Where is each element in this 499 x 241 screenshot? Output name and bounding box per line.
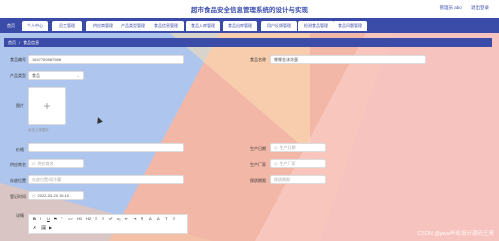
calendar-icon: ◷ <box>32 193 36 198</box>
main-nav: 首页 个人中心 员工管理 供应商管理 产品类型管理 食品信息管理 食品入库管理 … <box>0 18 499 33</box>
production-date-field[interactable]: ◷ 生产日期 <box>270 143 326 152</box>
entry-time-label: 登记时间 <box>10 194 26 199</box>
name-field[interactable]: 哪哪金沫冻蛋 <box>270 55 426 64</box>
subscript-button[interactable]: x₂ <box>117 216 121 221</box>
font-color-button[interactable]: A <box>149 216 152 221</box>
nav-item-product-type[interactable]: 产品类型管理 <box>115 21 151 31</box>
font-button[interactable]: T <box>165 216 167 221</box>
entry-time-value: 2022-03-20 15:10 <box>37 193 70 198</box>
supplier-label: 供应商名 <box>10 162 26 167</box>
search-icon: ◷ <box>32 161 36 166</box>
image-icon[interactable]: 🖼 <box>41 225 46 230</box>
entry-time-field[interactable]: ◷ 2022-03-20 15:10 <box>28 191 84 200</box>
user-area: 管理员 abo 退出登录 <box>431 5 489 11</box>
barcode-field[interactable]: 1647769987988 <box>28 55 184 64</box>
detail-label: 详情 <box>16 213 24 218</box>
barcode-label: 食品编号 <box>10 57 26 62</box>
underline-button[interactable]: U <box>47 216 50 221</box>
h2-button[interactable]: H2 <box>86 216 91 221</box>
nav-item-food-out[interactable]: 食品出库管理 <box>223 21 257 31</box>
superscript-button[interactable]: x² <box>109 216 112 221</box>
strike-button[interactable]: S <box>54 216 57 221</box>
mouse-cursor-icon <box>95 116 103 124</box>
italic-button[interactable]: I <box>40 216 41 221</box>
breadcrumb-current: 食品信息 <box>23 40 40 45</box>
code-button[interactable]: <> <box>68 216 73 221</box>
logout-link[interactable]: 退出登录 <box>471 5 489 10</box>
watermark: CSDN @java毕业设计源码王哥 <box>417 231 494 237</box>
main-content: 首页 / 食品信息 食品编号 1647769987988 食品名称 哪哪金沫冻蛋 产… <box>0 33 499 241</box>
quote-button[interactable]: " <box>61 216 62 221</box>
video-icon[interactable]: ▶ <box>49 225 52 230</box>
background-shape <box>320 33 499 241</box>
manufacturer-field[interactable]: ◷ 生产厂家 <box>270 159 326 168</box>
nav-item-food-in[interactable]: 食品入库管理 <box>186 21 220 31</box>
edit-icon: ◷ <box>274 161 278 166</box>
ordered-list-button[interactable]: ≡ <box>95 216 97 221</box>
calendar-icon: ◷ <box>274 145 278 150</box>
nav-item-personal[interactable]: 个人中心 <box>22 21 48 31</box>
nav-item-problem[interactable]: 食品问题管理 <box>333 21 367 31</box>
bold-button[interactable]: B <box>33 216 36 221</box>
production-date-label: 生产日期 <box>250 146 266 151</box>
user-label: 管理员 abo <box>439 5 462 10</box>
rich-text-toolbar: B I U S " <> H1 H2 ≡ ≡ x² x₂ ⇤ ⇥ ¶ A A T… <box>28 214 188 234</box>
bullet-list-button[interactable]: ≡ <box>102 216 104 221</box>
supplier-field[interactable]: ◷ 供应商名 <box>28 159 84 168</box>
nav-home[interactable]: 首页 <box>4 21 18 31</box>
nav-item-staff[interactable]: 员工管理 <box>52 21 82 31</box>
nav-item-feedback[interactable]: 用户反馈管理 <box>261 21 297 31</box>
background-color-button[interactable]: A <box>157 216 160 221</box>
h1-button[interactable]: H1 <box>77 216 82 221</box>
supplier-placeholder: 供应商名 <box>37 161 54 166</box>
clear-format-button[interactable]: ✗ <box>33 225 36 230</box>
storage-label: 存放位置 <box>10 178 26 183</box>
breadcrumb-root[interactable]: 首页 <box>8 40 16 45</box>
manufacturer-placeholder: 生产厂家 <box>279 161 296 166</box>
breadcrumb: 首页 / 食品信息 <box>4 38 492 47</box>
name-label: 食品名称 <box>250 57 266 62</box>
background-shape <box>170 33 310 153</box>
plus-icon: + <box>43 99 51 113</box>
chevron-down-icon: ⌄ <box>76 73 80 78</box>
shelf-field[interactable]: 保质期限 <box>270 175 326 184</box>
price-label: 价格 <box>16 147 24 152</box>
image-upload[interactable]: + <box>28 87 66 125</box>
type-label: 产品类型 <box>10 73 26 78</box>
app-title: 超市食品安全信息管理系统的设计与实现 <box>191 7 308 14</box>
indent-button[interactable]: ⇥ <box>133 216 136 221</box>
top-bar: 超市食品安全信息管理系统的设计与实现 管理员 abo 退出登录 <box>0 0 499 18</box>
type-select-value: 食品 <box>32 73 40 78</box>
storage-field[interactable]: 存放位置/如冷藏 <box>28 175 184 184</box>
upload-hint: 点击上传图片 <box>28 128 49 132</box>
image-label: 图片 <box>16 103 24 108</box>
align-button[interactable]: ≡ <box>173 216 175 221</box>
paragraph-button[interactable]: ¶ <box>141 216 143 221</box>
outdent-button[interactable]: ⇤ <box>125 216 128 221</box>
price-field[interactable] <box>28 143 184 152</box>
shelf-label: 保质期限 <box>250 178 266 183</box>
type-select[interactable]: 食品 ⌄ <box>28 71 84 80</box>
nav-item-food-info[interactable]: 食品信息管理 <box>148 21 184 31</box>
production-date-placeholder: 生产日期 <box>279 145 296 150</box>
manufacturer-label: 生产厂家 <box>250 162 266 167</box>
nav-item-inspection[interactable]: 检测食品管理 <box>298 21 334 31</box>
